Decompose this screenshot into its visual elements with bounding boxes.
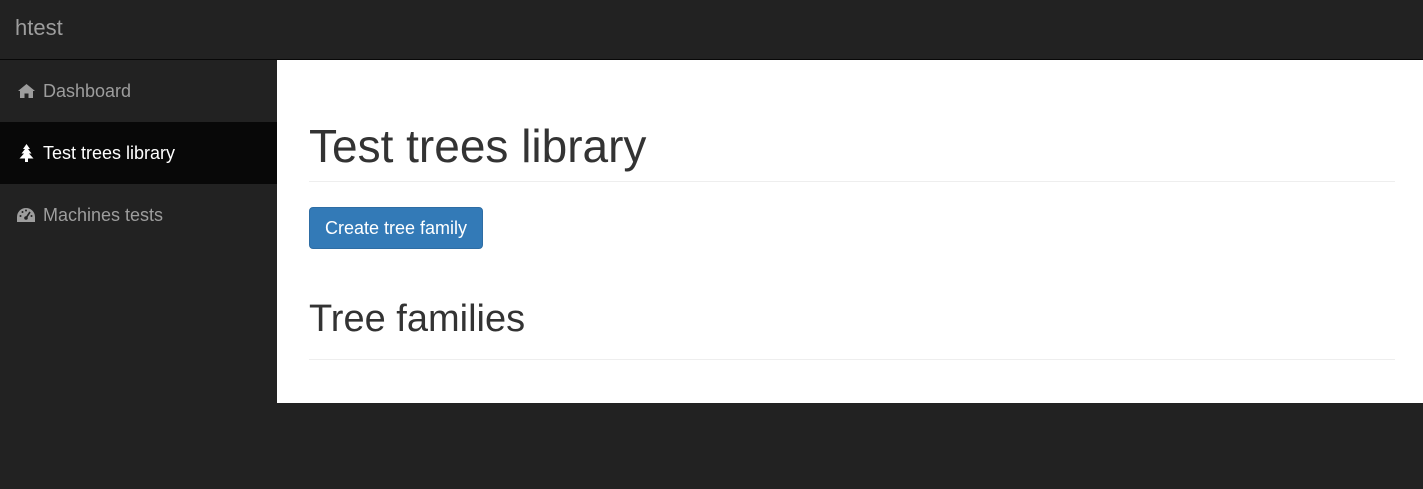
main-content: Test trees library Create tree family Tr… <box>277 60 1423 403</box>
sidebar-item-machines-tests[interactable]: Machines tests <box>0 184 277 246</box>
top-navbar: htest <box>0 0 1423 60</box>
sidebar: Dashboard Test trees library Machines te… <box>0 60 277 489</box>
tree-icon <box>17 144 35 162</box>
brand-link[interactable]: htest <box>15 14 63 42</box>
dashboard-gauge-icon <box>17 206 35 224</box>
section-title-tree-families: Tree families <box>309 297 1395 360</box>
sidebar-item-test-trees-library[interactable]: Test trees library <box>0 122 277 184</box>
create-tree-family-button[interactable]: Create tree family <box>309 207 484 249</box>
sidebar-item-label: Test trees library <box>43 142 176 163</box>
sidebar-item-label: Dashboard <box>43 80 132 101</box>
sidebar-item-dashboard[interactable]: Dashboard <box>0 60 277 122</box>
home-icon <box>17 82 35 100</box>
page-title: Test trees library <box>309 120 1395 182</box>
sidebar-item-label: Machines tests <box>43 204 164 225</box>
